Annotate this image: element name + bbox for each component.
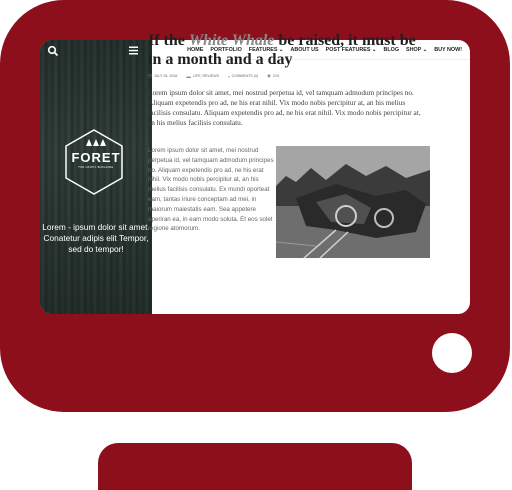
trees-icon xyxy=(86,139,106,146)
comment-icon: ▪ xyxy=(228,73,230,79)
meta-comments-text: COMMENTS (0) xyxy=(231,74,259,78)
meta-date: ◷ JULY 26, 2016 xyxy=(148,73,177,79)
sidebar: FORET FOR LOVELY BLOGGING Lorem - ipsum … xyxy=(40,40,152,314)
sidebar-topbar xyxy=(40,40,152,62)
eye-icon: ◉ xyxy=(267,73,271,78)
meta-categories[interactable]: ▬ LIFE, REVIEWS xyxy=(186,73,219,79)
meta-categories-text: LIFE, REVIEWS xyxy=(192,74,220,78)
article-body: Lorem ipsum dolor sit amet, mei nostrud … xyxy=(148,147,274,233)
monitor-stand-base xyxy=(98,443,412,490)
title-emphasis: White Whale xyxy=(188,32,275,49)
meta-views: ◉ 219 xyxy=(267,73,279,79)
meta-date-text: JULY 26, 2016 xyxy=(153,74,178,78)
article-photo-train-wreck xyxy=(276,146,430,258)
clock-icon: ◷ xyxy=(148,73,152,78)
meta-views-text: 219 xyxy=(272,74,279,78)
logo-title: FORET xyxy=(71,150,121,165)
power-button xyxy=(432,333,472,373)
search-icon[interactable] xyxy=(47,45,59,57)
article-meta: ◷ JULY 26, 2016 ▬ LIFE, REVIEWS ▪ COMMENTS … xyxy=(148,73,279,79)
title-part-1: If the xyxy=(148,32,189,49)
folder-icon: ▬ xyxy=(186,73,191,79)
meta-comments[interactable]: ▪ COMMENTS (0) xyxy=(228,73,258,79)
article-lead: Lorem ipsum dolor sit amet, mei nostrud … xyxy=(148,88,421,127)
hamburger-menu-icon[interactable] xyxy=(129,46,138,55)
sidebar-tagline: Lorem - ipsum dolor sit amet. Conatetur … xyxy=(42,222,150,254)
nav-item-buy-now[interactable]: BUY NOW! xyxy=(434,47,462,53)
logo-subtitle: FOR LOVELY BLOGGING xyxy=(78,166,114,169)
article-title[interactable]: If the White Whale be raised, it must be… xyxy=(148,31,430,69)
